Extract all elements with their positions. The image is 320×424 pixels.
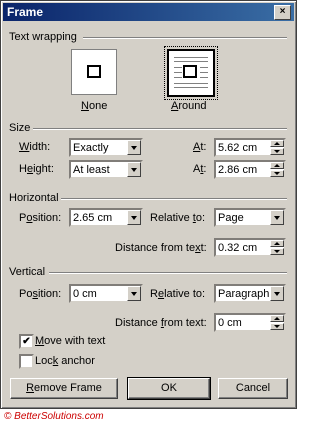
remove-frame-button[interactable]: Remove Frame: [10, 378, 118, 399]
spin-down-icon[interactable]: [270, 148, 284, 155]
horizontal-group: Horizontal: [9, 192, 287, 204]
wrap-around-option[interactable]: [164, 46, 218, 100]
vertical-distance-label: Distance from text:: [115, 317, 207, 329]
vertical-relative-label: Relative to:: [150, 288, 206, 300]
size-group: Size: [9, 122, 287, 134]
width-label: Width:: [19, 141, 51, 153]
width-at-spinner[interactable]: 5.62 cm: [214, 138, 286, 157]
chevron-down-icon[interactable]: [127, 286, 141, 301]
height-label: Height:: [19, 163, 54, 175]
spin-up-icon[interactable]: [270, 315, 284, 322]
wrap-none-option[interactable]: [71, 49, 117, 95]
vertical-position-select[interactable]: 0 cm: [69, 284, 143, 303]
spin-down-icon[interactable]: [270, 323, 284, 330]
vertical-group: Vertical: [9, 266, 287, 278]
height-select-value: At least: [73, 164, 110, 176]
vertical-distance-spinner[interactable]: 0 cm: [214, 313, 286, 332]
height-at-value: 2.86 cm: [218, 164, 258, 176]
horizontal-distance-value: 0.32 cm: [218, 242, 258, 254]
wrap-around-label: Around: [171, 100, 207, 112]
horizontal-relative-select[interactable]: Page: [214, 208, 286, 227]
chevron-down-icon[interactable]: [270, 286, 284, 301]
vertical-distance-value: 0 cm: [218, 317, 242, 329]
horizontal-distance-spinner[interactable]: 0.32 cm: [214, 238, 286, 257]
cancel-button[interactable]: Cancel: [218, 378, 288, 399]
spin-up-icon[interactable]: [270, 240, 284, 247]
horizontal-group-label: Horizontal: [9, 192, 59, 204]
width-at-label: At:: [193, 141, 207, 153]
height-at-label: At:: [193, 163, 207, 175]
chevron-down-icon[interactable]: [127, 210, 141, 225]
vertical-relative-select[interactable]: Paragraph: [214, 284, 286, 303]
chevron-down-icon[interactable]: [127, 162, 141, 177]
chevron-down-icon[interactable]: [127, 140, 141, 155]
horizontal-relative-label: Relative to:: [150, 212, 206, 224]
spin-up-icon[interactable]: [270, 140, 284, 147]
horizontal-position-label: Position:: [19, 212, 62, 224]
spin-up-icon[interactable]: [270, 162, 284, 169]
dialog-title: Frame: [7, 5, 44, 19]
width-select[interactable]: Exactly: [69, 138, 143, 157]
frame-dialog: Frame × Text wrapping None Around Size W…: [0, 0, 297, 409]
lock-anchor-label: Lock anchor: [35, 355, 95, 367]
vertical-position-label: Position:: [19, 288, 62, 300]
horizontal-position-value: 2.65 cm: [73, 212, 113, 224]
move-with-text-label: Move with text: [35, 335, 106, 347]
wrap-none-label: None: [81, 100, 108, 112]
close-button[interactable]: ×: [274, 5, 291, 20]
vertical-position-value: 0 cm: [73, 288, 97, 300]
title-bar: Frame ×: [3, 3, 294, 21]
copyright-watermark: © BetterSolutions.com: [4, 411, 104, 422]
spin-down-icon[interactable]: [270, 170, 284, 177]
height-at-spinner[interactable]: 2.86 cm: [214, 160, 286, 179]
width-select-value: Exactly: [73, 142, 109, 154]
size-group-label: Size: [9, 122, 31, 134]
horizontal-distance-label: Distance from text:: [115, 242, 207, 254]
text-wrapping-group: Text wrapping: [9, 31, 287, 43]
text-wrapping-group-label: Text wrapping: [9, 31, 77, 43]
move-with-text-checkbox[interactable]: ✔: [19, 334, 34, 349]
lock-anchor-checkbox[interactable]: [19, 354, 34, 369]
chevron-down-icon[interactable]: [270, 210, 284, 225]
horizontal-position-select[interactable]: 2.65 cm: [69, 208, 143, 227]
vertical-relative-value: Paragraph: [218, 288, 270, 300]
height-select[interactable]: At least: [69, 160, 143, 179]
horizontal-relative-value: Page: [218, 212, 244, 224]
vertical-group-label: Vertical: [9, 266, 46, 278]
spin-down-icon[interactable]: [270, 248, 284, 255]
width-at-value: 5.62 cm: [218, 142, 258, 154]
ok-button[interactable]: OK: [127, 377, 211, 400]
